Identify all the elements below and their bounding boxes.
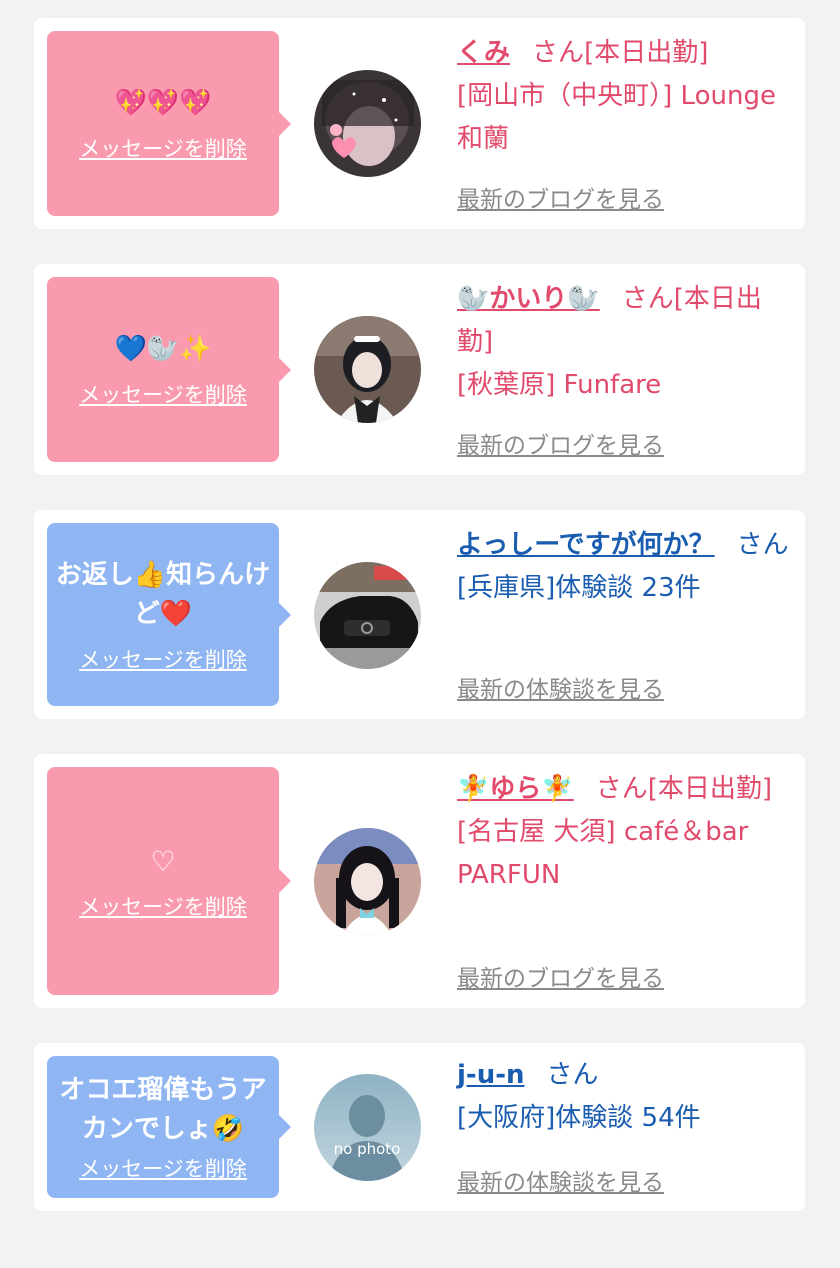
message-text: 💙🦭✨	[114, 334, 212, 364]
message-card: オコエ瑠偉もうアカンでしょ🤣 メッセージを削除 no photo j-u-n さん…	[34, 1043, 805, 1211]
attendance-status: [本日出勤]	[647, 774, 773, 804]
latest-blog-link[interactable]: 最新のブログを見る	[457, 959, 664, 993]
avatar[interactable]	[314, 70, 421, 177]
latest-blog-link[interactable]: 最新のブログを見る	[457, 180, 664, 214]
message-card: 💙🦭✨ メッセージを削除 🦭かいり🦭 さん[本日出勤] [秋葉原] Funfare…	[34, 264, 805, 475]
message-bubble: 💖💖💖 メッセージを削除	[47, 31, 291, 216]
review-detail: [大阪府]体験談 54件	[457, 1103, 701, 1133]
message-list: 💖💖💖 メッセージを削除 くみ さん[本日出勤] [岡山市（中央町）] Loung…	[0, 0, 840, 1268]
sender-info: 🦭かいり🦭 さん[本日出勤] [秋葉原] Funfare	[457, 278, 793, 407]
message-card: お返し👍知らんけど❤️ メッセージを削除 よっしーですが何か？ さん [兵庫県]体…	[34, 510, 805, 719]
honorific: さん	[621, 284, 674, 314]
delete-message-link[interactable]: メッセージを削除	[79, 133, 247, 163]
review-detail: [兵庫県]体験談 23件	[457, 573, 701, 603]
avatar[interactable]: no photo	[314, 1074, 421, 1181]
shop-detail: [名古屋 大須] café＆bar PARFUN	[457, 817, 749, 890]
sender-name-link[interactable]: 🦭かいり🦭	[457, 284, 600, 314]
message-card: 💖💖💖 メッセージを削除 くみ さん[本日出勤] [岡山市（中央町）] Loung…	[34, 18, 805, 229]
delete-message-link[interactable]: メッセージを削除	[79, 644, 247, 674]
sender-info: 🧚ゆら🧚 さん[本日出勤] [名古屋 大須] café＆bar PARFUN	[457, 768, 793, 897]
avatar[interactable]	[314, 562, 421, 669]
sender-name-link[interactable]: よっしーですが何か？	[457, 530, 715, 560]
no-photo-icon: no photo	[314, 1074, 421, 1181]
sender-name-link[interactable]: j-u-n	[457, 1060, 525, 1090]
latest-blog-link[interactable]: 最新のブログを見る	[457, 426, 664, 460]
avatar-photo-icon	[314, 70, 421, 177]
sender-name-link[interactable]: 🧚ゆら🧚	[457, 774, 574, 804]
no-photo-text: no photo	[334, 1140, 401, 1158]
avatar[interactable]	[314, 316, 421, 423]
sender-info: よっしーですが何か？ さん [兵庫県]体験談 23件	[457, 524, 793, 610]
honorific: さん	[736, 530, 789, 560]
attendance-status: [本日出勤]	[584, 38, 709, 68]
message-bubble: 💙🦭✨ メッセージを削除	[47, 277, 291, 462]
message-bubble: ♡ メッセージを削除	[47, 767, 291, 995]
sender-info: くみ さん[本日出勤] [岡山市（中央町）] Lounge 和蘭	[457, 32, 793, 161]
message-card: ♡ メッセージを削除 🧚ゆら🧚 さん[本日出勤] [名古屋 大須] café＆ba…	[34, 754, 805, 1008]
message-text: ♡	[150, 844, 176, 878]
honorific: さん	[532, 38, 585, 68]
message-bubble: お返し👍知らんけど❤️ メッセージを削除	[47, 523, 291, 706]
avatar-photo-icon	[314, 316, 421, 423]
avatar-photo-icon	[314, 828, 421, 935]
shop-detail: [岡山市（中央町）] Lounge 和蘭	[457, 81, 776, 154]
avatar[interactable]	[314, 828, 421, 935]
delete-message-link[interactable]: メッセージを削除	[79, 891, 247, 921]
latest-review-link[interactable]: 最新の体験談を見る	[457, 670, 664, 704]
avatar-photo-icon	[314, 562, 421, 669]
sender-name-link[interactable]: くみ	[457, 38, 510, 68]
delete-message-link[interactable]: メッセージを削除	[79, 379, 247, 409]
shop-detail: [秋葉原] Funfare	[457, 370, 662, 400]
honorific: さん	[546, 1060, 599, 1090]
message-text: お返し👍知らんけど❤️	[55, 559, 271, 629]
latest-review-link[interactable]: 最新の体験談を見る	[457, 1163, 664, 1197]
sender-info: j-u-n さん [大阪府]体験談 54件	[457, 1054, 793, 1140]
message-text: 💖💖💖	[114, 88, 212, 118]
honorific: さん	[595, 774, 648, 804]
message-bubble: オコエ瑠偉もうアカンでしょ🤣 メッセージを削除	[47, 1056, 291, 1198]
message-text: オコエ瑠偉もうアカンでしょ🤣	[59, 1075, 267, 1144]
delete-message-link[interactable]: メッセージを削除	[79, 1153, 247, 1183]
